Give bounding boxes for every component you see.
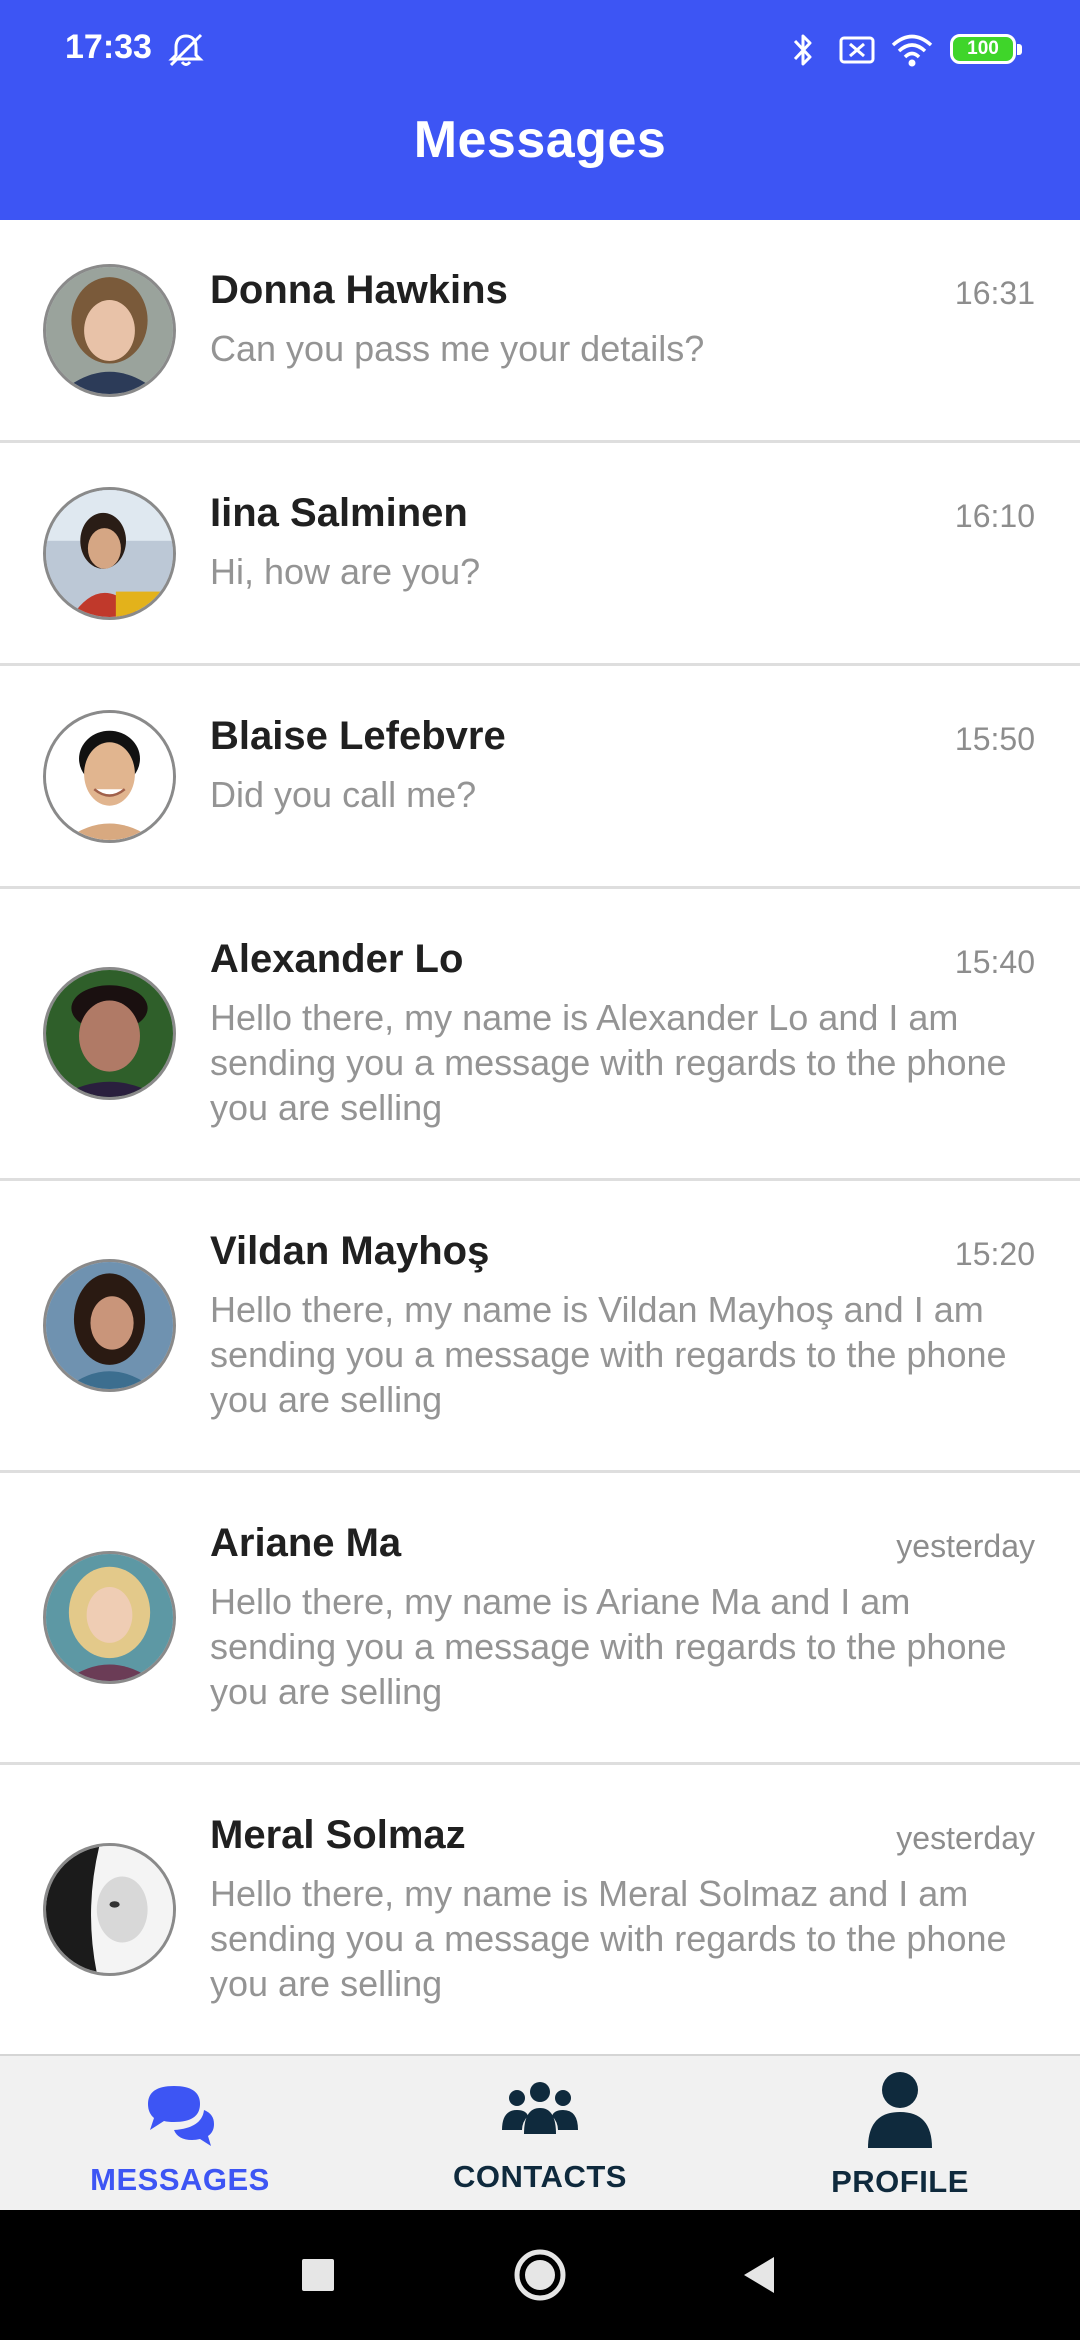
wifi-icon — [891, 34, 933, 67]
message-row[interactable]: Iina Salminen 16:10 Hi, how are you? — [0, 443, 1080, 666]
chat-bubbles-icon — [148, 2086, 214, 2146]
avatar — [43, 487, 176, 620]
battery-icon: 100 — [950, 34, 1022, 64]
home-icon[interactable] — [510, 2245, 570, 2305]
contact-name: Iina Salminen — [210, 491, 468, 535]
avatar-image — [46, 1262, 173, 1389]
message-preview: Hello there, my name is Alexander Lo and… — [210, 997, 1007, 1128]
message-preview: Hi, how are you? — [210, 551, 481, 592]
back-icon[interactable] — [740, 2245, 780, 2305]
avatar-image — [46, 267, 173, 394]
message-row[interactable]: Alexander Lo 15:40 Hello there, my name … — [0, 889, 1080, 1181]
nav-label-contacts: CONTACTS — [453, 2159, 627, 2194]
avatar-image — [46, 1846, 173, 1973]
message-time: 15:40 — [954, 944, 1035, 980]
message-preview: Did you call me? — [210, 774, 477, 815]
message-preview: Hello there, my name is Ariane Ma and I … — [210, 1581, 1007, 1712]
avatar — [43, 1259, 176, 1392]
message-row[interactable]: Meral Solmaz yesterday Hello there, my n… — [0, 1765, 1080, 2054]
nav-label-messages: MESSAGES — [90, 2162, 270, 2197]
message-time: yesterday — [896, 1820, 1035, 1856]
people-group-icon — [502, 2082, 578, 2134]
recents-icon[interactable] — [298, 2245, 338, 2305]
person-icon — [868, 2072, 932, 2148]
page-title: Messages — [413, 111, 667, 169]
message-row[interactable]: Ariane Ma yesterday Hello there, my name… — [0, 1473, 1080, 1765]
avatar-image — [46, 713, 173, 840]
message-time: 15:20 — [954, 1236, 1035, 1272]
status-time: 17:33 — [65, 28, 152, 66]
message-preview: Can you pass me your details? — [210, 328, 705, 369]
message-row[interactable]: Donna Hawkins 16:31 Can you pass me your… — [0, 220, 1080, 443]
bluetooth-icon — [793, 34, 812, 66]
system-navigation-bar — [0, 2210, 1080, 2340]
avatar-image — [46, 1554, 173, 1681]
nav-item-profile[interactable]: PROFILE — [720, 2056, 1080, 2212]
nav-item-messages[interactable]: MESSAGES — [0, 2056, 360, 2212]
avatar — [43, 1843, 176, 1976]
message-list: Donna Hawkins 16:31 Can you pass me your… — [0, 220, 1080, 2054]
bottom-navigation: MESSAGES CONTACTS PROFILE — [0, 2054, 1080, 2210]
message-row[interactable]: Vildan Mayhoş 15:20 Hello there, my name… — [0, 1181, 1080, 1473]
avatar — [43, 264, 176, 397]
avatar-image — [46, 490, 173, 617]
app-header: 17:33 100 Messages — [0, 0, 1080, 220]
avatar-image — [46, 970, 173, 1097]
message-row[interactable]: Blaise Lefebvre 15:50 Did you call me? — [0, 666, 1080, 889]
message-time: 16:10 — [954, 498, 1035, 534]
avatar — [43, 1551, 176, 1684]
contact-name: Vildan Mayhoş — [210, 1229, 490, 1273]
nav-label-profile: PROFILE — [831, 2164, 969, 2199]
status-bar: 17:33 100 — [0, 0, 1080, 100]
contact-name: Donna Hawkins — [210, 268, 508, 312]
contact-name: Alexander Lo — [210, 937, 464, 981]
sim-icon — [839, 36, 875, 64]
battery-level: 100 — [967, 38, 999, 59]
message-time: yesterday — [896, 1528, 1035, 1564]
message-time: 16:31 — [954, 275, 1035, 311]
message-preview: Hello there, my name is Meral Solmaz and… — [210, 1873, 1007, 2004]
contact-name: Ariane Ma — [210, 1521, 402, 1565]
avatar — [43, 967, 176, 1100]
contact-name: Blaise Lefebvre — [210, 714, 506, 758]
avatar — [43, 710, 176, 843]
message-preview: Hello there, my name is Vildan Mayhoş an… — [210, 1289, 1007, 1420]
contact-name: Meral Solmaz — [210, 1813, 466, 1857]
message-time: 15:50 — [954, 721, 1035, 757]
nav-item-contacts[interactable]: CONTACTS — [360, 2056, 720, 2212]
mute-icon — [168, 33, 204, 67]
